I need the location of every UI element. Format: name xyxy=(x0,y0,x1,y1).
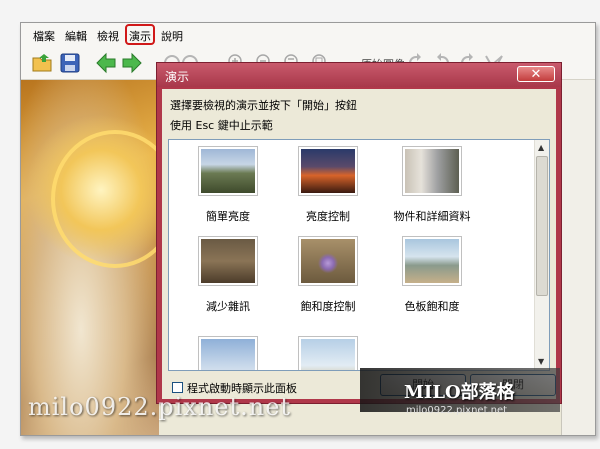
menu-edit[interactable]: 編輯 xyxy=(65,28,87,44)
menu-help[interactable]: 說明 xyxy=(161,28,183,44)
demo-item-8[interactable] xyxy=(273,336,383,370)
watermark-brand: MILO部落格 xyxy=(404,382,515,403)
demo-label: 簡單亮度 xyxy=(206,210,250,223)
dialog-titlebar: 演示 ✕ xyxy=(157,63,561,87)
demo-item-saturation-control[interactable]: 飽和度控制 xyxy=(273,236,383,320)
close-icon[interactable]: ✕ xyxy=(517,66,555,82)
back-arrow-icon[interactable] xyxy=(95,52,117,74)
forward-arrow-icon[interactable] xyxy=(121,52,143,74)
demo-label: 亮度控制 xyxy=(306,210,350,223)
instruction-line-1: 選擇要檢視的演示並按下「開始」按鈕 xyxy=(170,99,357,112)
demo-label: 飽和度控制 xyxy=(300,300,356,313)
demo-item-brightness-control[interactable]: 亮度控制 xyxy=(273,146,383,230)
watermark-overlay: milo0922.pixnet.net xyxy=(28,393,292,421)
scroll-up-icon[interactable]: ▲ xyxy=(538,143,544,152)
demo-thumbnail xyxy=(298,146,358,196)
screen: 檔案 編輯 檢視 演示 說明 演示 ✕ 選擇要檢視的演示並按下「開始」按鈕 使用… xyxy=(0,0,600,449)
demo-item-palette-saturation[interactable]: 色板飽和度 xyxy=(377,236,487,320)
demo-thumbnail xyxy=(402,236,462,286)
demo-thumbnail xyxy=(402,146,462,196)
dialog-body: 選擇要檢視的演示並按下「開始」按鈕 使用 Esc 鍵中止示範 簡單亮度 亮度控制 xyxy=(162,89,556,399)
demo-item-noise-reduction[interactable]: 減少雜訊 xyxy=(173,236,283,320)
menu-file[interactable]: 檔案 xyxy=(33,28,55,44)
menu-demo-highlight xyxy=(125,24,155,45)
demo-thumbnail xyxy=(298,336,358,370)
side-panel xyxy=(561,80,595,435)
background-photo xyxy=(21,80,179,435)
scroll-down-icon[interactable]: ▼ xyxy=(538,357,544,366)
demo-label: 減少雜訊 xyxy=(206,300,250,313)
demo-item-simple-brightness[interactable]: 簡單亮度 xyxy=(173,146,283,230)
open-folder-icon[interactable] xyxy=(31,52,53,74)
show-on-startup-checkbox[interactable] xyxy=(172,382,183,393)
demo-item-objects-and-details[interactable]: 物件和詳細資料 xyxy=(377,146,487,230)
demo-list[interactable]: 簡單亮度 亮度控制 物件和詳細資料 減少雜訊 飽和度控制 色板飽和度 ▲ ▼ xyxy=(168,139,550,371)
dialog-title: 演示 xyxy=(165,70,190,84)
menu-view[interactable]: 檢視 xyxy=(97,28,119,44)
instruction-line-2: 使用 Esc 鍵中止示範 xyxy=(170,119,273,132)
demo-thumbnail xyxy=(198,236,258,286)
menubar: 檔案 編輯 檢視 演示 說明 xyxy=(21,23,595,47)
demo-thumbnail xyxy=(198,146,258,196)
save-icon[interactable] xyxy=(59,52,81,74)
scrollbar-thumb[interactable] xyxy=(536,156,548,296)
demo-item-7[interactable] xyxy=(173,336,283,370)
demo-thumbnail xyxy=(198,336,258,370)
demo-thumbnail xyxy=(298,236,358,286)
demo-label: 色板飽和度 xyxy=(404,300,460,313)
demo-label: 物件和詳細資料 xyxy=(393,210,471,223)
watermark-url: milo0922.pixnet.net xyxy=(406,405,508,416)
list-scrollbar[interactable]: ▲ ▼ xyxy=(534,140,549,370)
demo-dialog: 演示 ✕ 選擇要檢視的演示並按下「開始」按鈕 使用 Esc 鍵中止示範 簡單亮度… xyxy=(156,62,562,404)
